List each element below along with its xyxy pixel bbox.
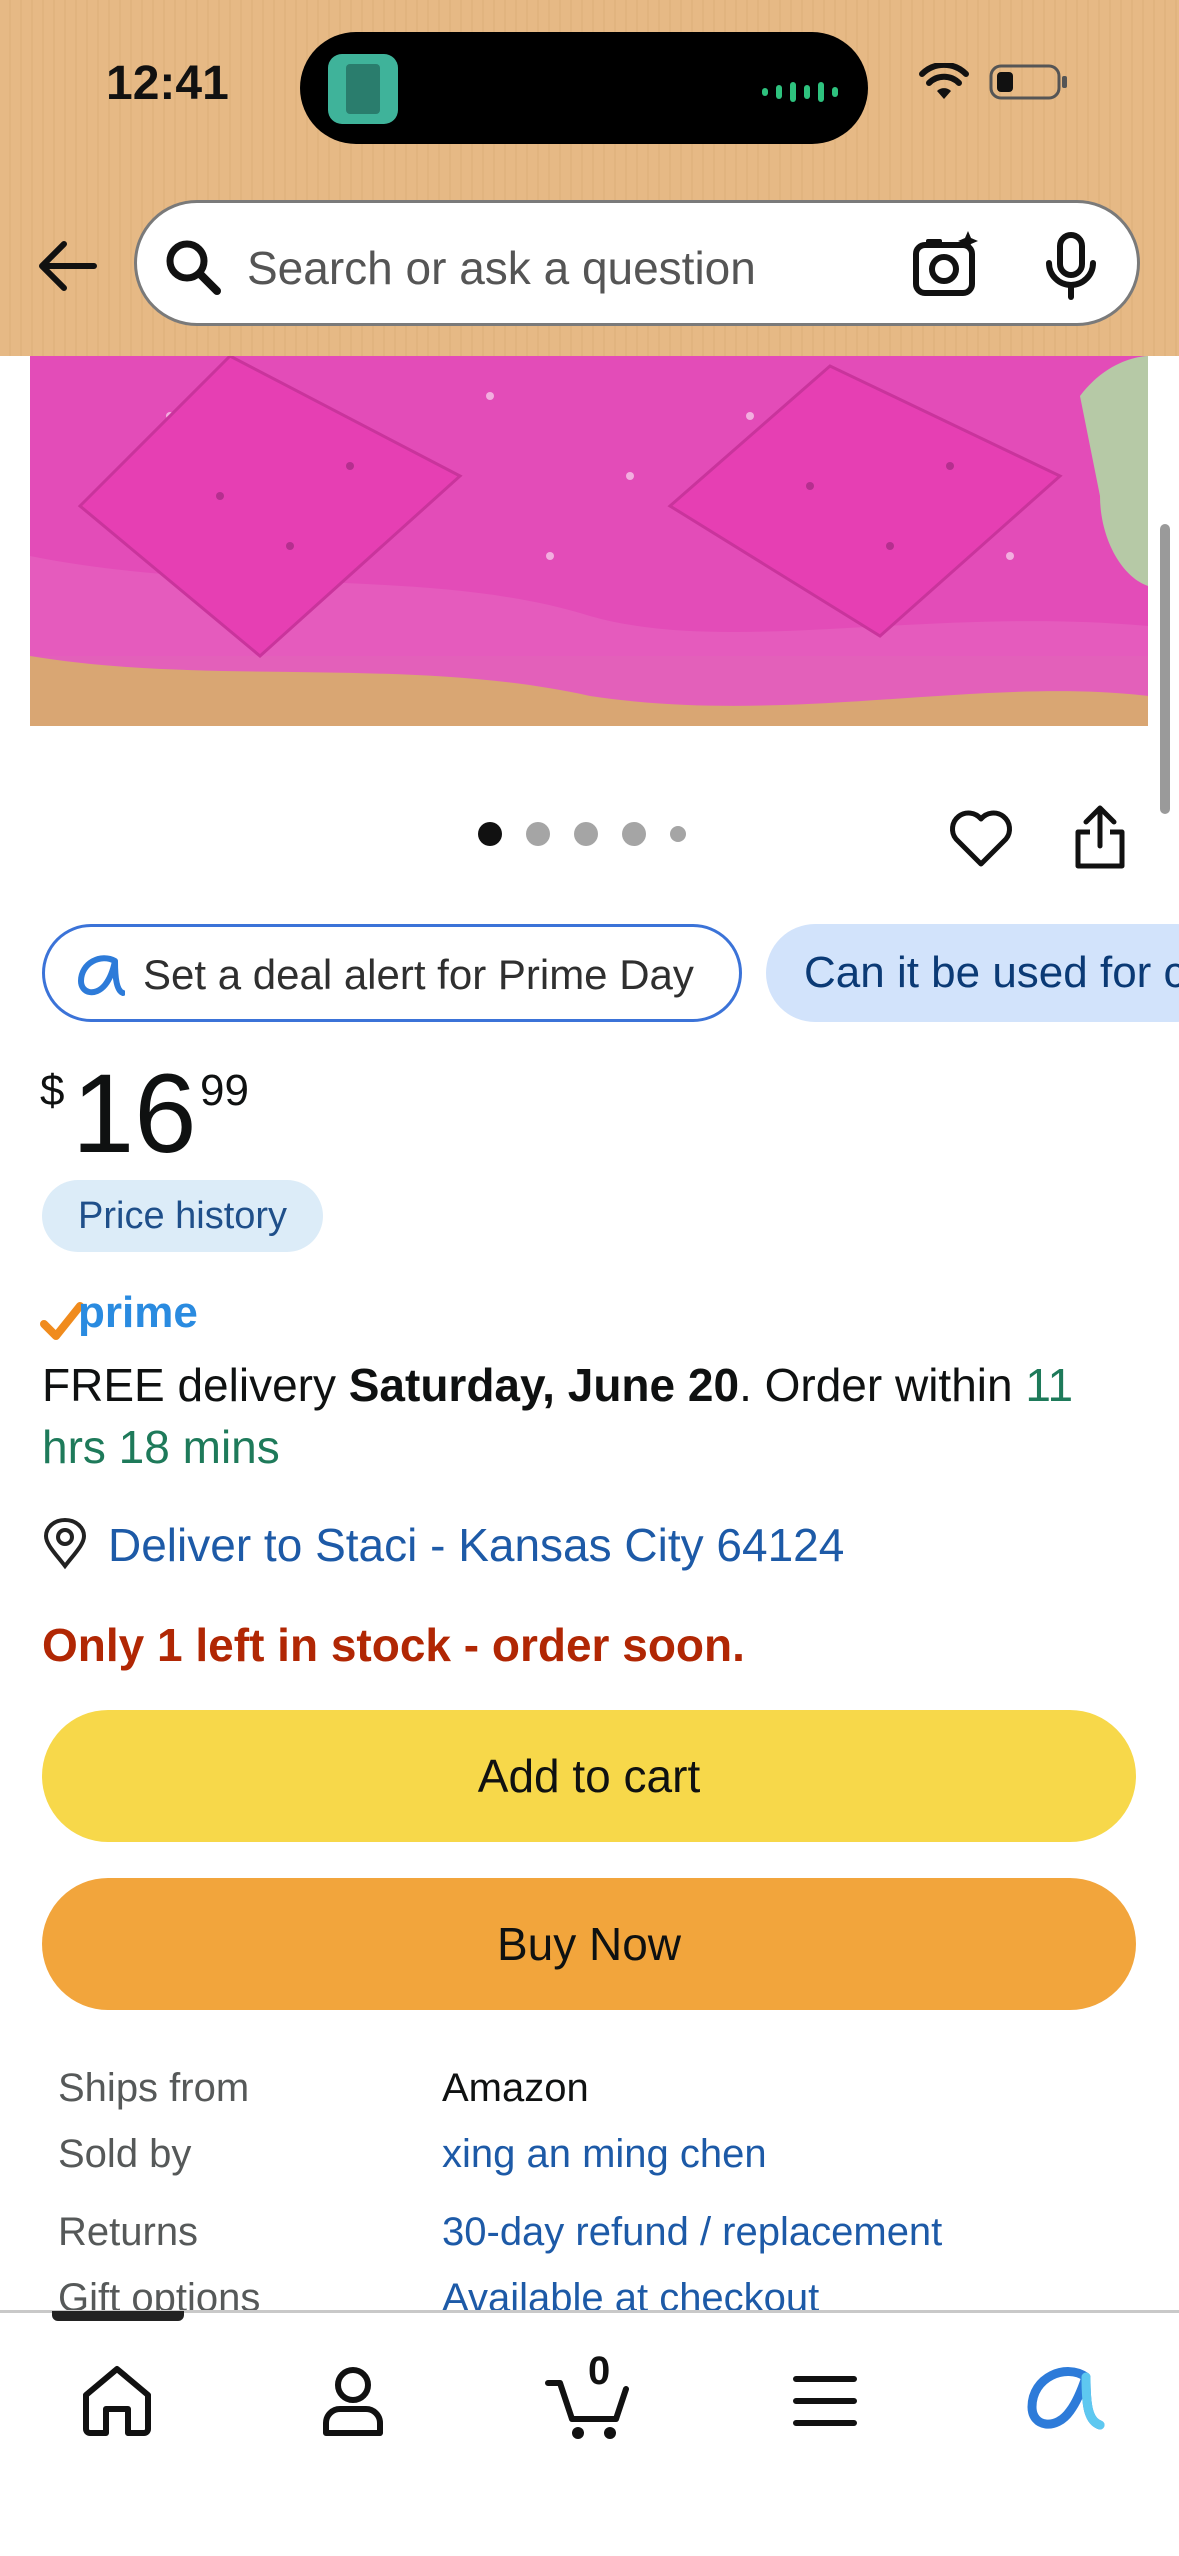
dynamic-island[interactable] (300, 32, 868, 144)
rufus-icon[interactable] (1016, 2355, 1106, 2445)
deal-alert-chip[interactable]: Set a deal alert for Prime Day (42, 924, 742, 1022)
seller-link[interactable]: xing an ming chen (442, 2132, 767, 2177)
search-input[interactable]: Search or ask a question (247, 241, 756, 295)
delivery-message: FREE delivery Saturday, June 20. Order w… (42, 1354, 1142, 1478)
status-icons (919, 62, 1069, 102)
share-icon[interactable] (1072, 802, 1128, 872)
rufus-icon (77, 955, 125, 996)
account-icon[interactable] (308, 2355, 398, 2445)
pagination-dot[interactable] (574, 822, 598, 846)
question-chip[interactable]: Can it be used for c (766, 924, 1179, 1022)
menu-icon[interactable] (780, 2355, 870, 2445)
info-key: Returns (58, 2210, 199, 2254)
price-currency: $ (40, 1066, 65, 1115)
image-pagination[interactable] (478, 822, 686, 846)
product-image[interactable] (30, 356, 1148, 726)
bottom-navigation: 0 (0, 2310, 1179, 2556)
deliver-to-link[interactable]: Deliver to Staci - Kansas City 64124 (108, 1518, 844, 1572)
ships-from-row: Ships from Amazon (58, 2066, 1118, 2126)
status-time: 12:41 (106, 57, 229, 110)
price-fraction: 99 (200, 1066, 249, 1115)
pagination-dot-active[interactable] (478, 822, 502, 846)
cart-tab[interactable]: 0 (544, 2349, 634, 2445)
cart-count-badge: 0 (588, 2349, 611, 2393)
header: 12:41 Search or ask a question (0, 0, 1179, 356)
pagination-dot[interactable] (670, 826, 686, 842)
price-history-button[interactable]: Price history (42, 1180, 324, 1252)
now-playing-artwork (328, 54, 398, 124)
pagination-dot[interactable] (622, 822, 646, 846)
search-bar[interactable]: Search or ask a question (134, 200, 1140, 326)
prime-label: prime (78, 1288, 198, 1337)
product-photo-illustration (30, 356, 1148, 726)
sold-by-row: Sold by xing an ming chen (58, 2132, 1118, 2192)
camera-search-icon[interactable] (912, 229, 982, 299)
wifi-icon (919, 63, 969, 99)
page-scrollbar[interactable] (1160, 524, 1170, 814)
heart-icon[interactable] (948, 808, 1014, 870)
battery-icon (989, 64, 1067, 100)
question-chip-label: Can it be used for c (804, 948, 1179, 997)
pagination-dot[interactable] (526, 822, 550, 846)
add-to-cart-button[interactable]: Add to cart (42, 1710, 1136, 1842)
info-value: Amazon (442, 2066, 589, 2110)
delivery-order-within: . Order within (739, 1359, 1026, 1411)
stock-warning: Only 1 left in stock - order soon. (42, 1619, 745, 1671)
delivery-free-text: FREE delivery (42, 1359, 349, 1411)
search-icon (166, 240, 221, 295)
audio-waveform-icon (762, 82, 838, 102)
deal-alert-label: Set a deal alert for Prime Day (143, 951, 694, 998)
info-key: Sold by (58, 2132, 192, 2176)
active-tab-indicator (52, 2311, 184, 2321)
returns-row: Returns 30-day refund / replacement (58, 2210, 1118, 2270)
info-key: Ships from (58, 2066, 250, 2110)
price-whole: 16 (72, 1051, 197, 1176)
location-pin-icon (43, 1518, 87, 1570)
returns-link[interactable]: 30-day refund / replacement (442, 2210, 942, 2255)
buy-now-button[interactable]: Buy Now (42, 1878, 1136, 2010)
back-arrow-icon[interactable] (36, 236, 98, 296)
microphone-icon[interactable] (1043, 231, 1099, 301)
delivery-date: Saturday, June 20 (348, 1359, 740, 1411)
home-icon[interactable] (72, 2355, 162, 2445)
